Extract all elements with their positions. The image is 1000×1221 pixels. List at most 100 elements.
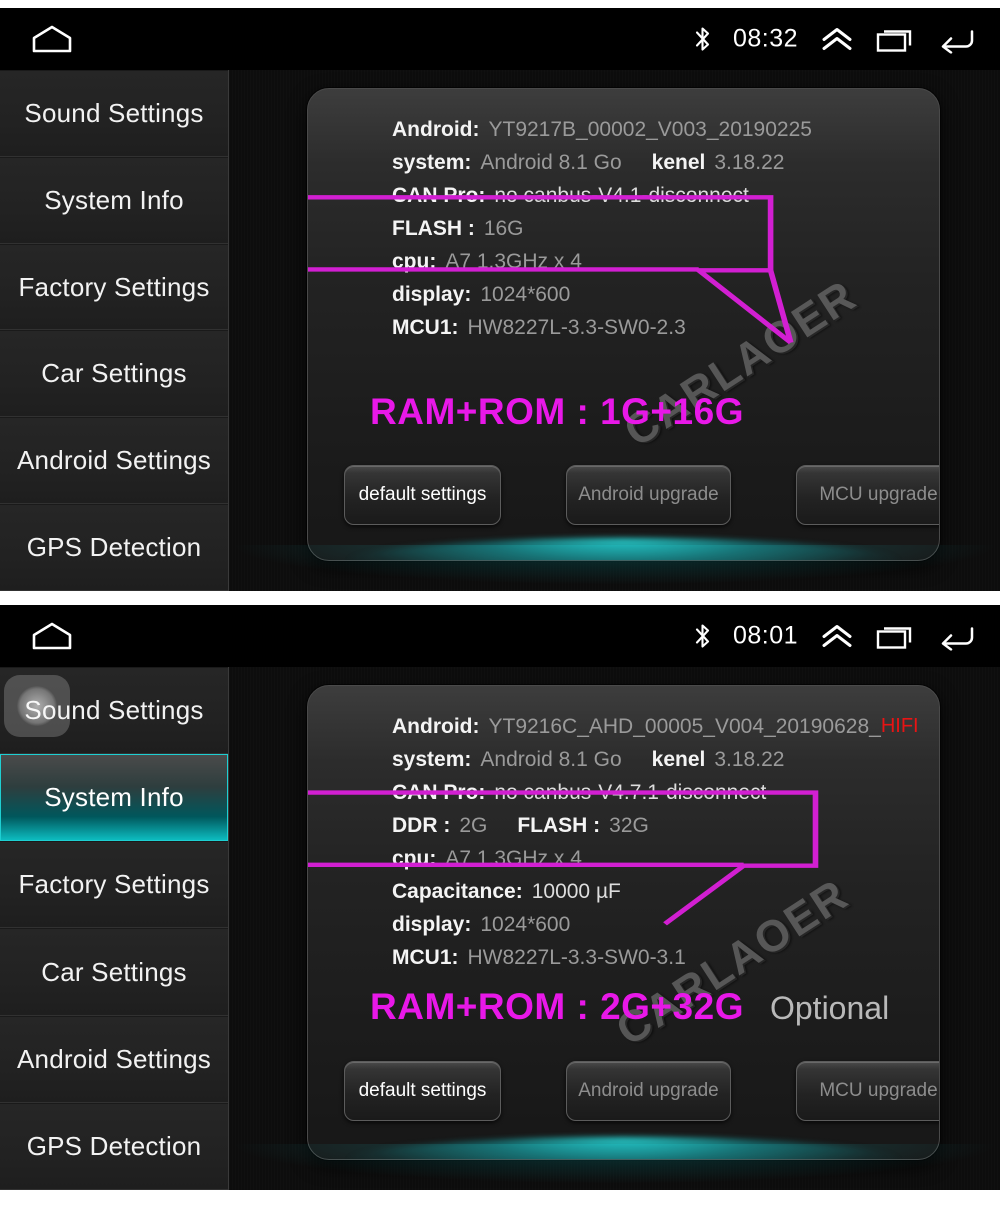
- action-button-row: default settings Android upgrade MCU upg…: [344, 1061, 939, 1121]
- info-value-ddr: 2G: [459, 813, 488, 837]
- sidebar-item-system-info[interactable]: System Info: [0, 156, 228, 244]
- sidebar-item-gps-detection[interactable]: GPS Detection: [0, 504, 228, 591]
- info-row-android: Android: YT9217B_00002_V003_20190225: [392, 113, 812, 146]
- info-value: no canbus-V4.1-disconnect: [494, 183, 749, 207]
- default-settings-button[interactable]: default settings: [344, 1061, 501, 1121]
- system-info-list: Android: YT9217B_00002_V003_20190225 sys…: [392, 113, 812, 344]
- status-bar: 08:01: [0, 605, 1000, 667]
- chevron-up-icon[interactable]: [820, 26, 854, 52]
- info-label-ddr: DDR :: [392, 813, 451, 837]
- recents-icon[interactable]: [876, 25, 916, 53]
- mcu-upgrade-button[interactable]: MCU upgrade: [796, 1061, 939, 1121]
- sidebar-item-label: Android Settings: [17, 445, 211, 476]
- info-row-mcu1: MCU1: HW8227L-3.3-SW0-3.1: [392, 941, 919, 974]
- home-icon[interactable]: [30, 24, 74, 54]
- info-label: Android:: [392, 117, 480, 141]
- panel-body: Sound Settings System Info Factory Setti…: [0, 667, 1000, 1190]
- info-label: Capacitance:: [392, 879, 523, 903]
- info-label: system:: [392, 747, 472, 771]
- info-label: display:: [392, 282, 472, 306]
- info-label: Android:: [392, 714, 480, 738]
- android-upgrade-button[interactable]: Android upgrade: [566, 1061, 731, 1121]
- info-row-cpu: cpu: A7 1.3GHz x 4: [392, 245, 812, 278]
- sidebar-item-android-settings[interactable]: Android Settings: [0, 1015, 228, 1103]
- bottom-margin: [0, 1190, 1000, 1221]
- info-value: 16G: [483, 216, 524, 240]
- sidebar-item-gps-detection[interactable]: GPS Detection: [0, 1102, 228, 1190]
- mcu-upgrade-button[interactable]: MCU upgrade: [796, 465, 939, 525]
- chevron-up-icon[interactable]: [820, 623, 854, 649]
- ram-rom-text: RAM+ROM : 1G+16G: [370, 391, 744, 432]
- sidebar-item-label: System Info: [44, 782, 184, 813]
- status-bar: 08:32: [0, 8, 1000, 70]
- info-value: 1024*600: [480, 282, 571, 306]
- info-value: YT9216C_AHD_00005_V004_20190628_: [488, 714, 881, 738]
- info-value: A7 1.3GHz x 4: [445, 249, 582, 273]
- info-label-kernel: kenel: [651, 747, 706, 771]
- info-label: CAN Pro:: [392, 183, 486, 207]
- home-icon[interactable]: [30, 621, 74, 651]
- sidebar-item-label: GPS Detection: [26, 1130, 202, 1161]
- sidebar-item-factory-settings[interactable]: Factory Settings: [0, 841, 228, 929]
- info-value: Android 8.1 Go: [480, 150, 622, 174]
- button-label: MCU upgrade: [819, 1080, 938, 1101]
- button-label: Android upgrade: [578, 484, 719, 505]
- info-row-cpu: cpu: A7 1.3GHz x 4: [392, 842, 919, 875]
- system-info-card: Android: YT9216C_AHD_00005_V004_20190628…: [307, 685, 940, 1160]
- sidebar: Sound Settings System Info Factory Setti…: [0, 667, 229, 1190]
- stage-bottom-glow: [229, 545, 1000, 585]
- info-row-display: display: 1024*600: [392, 278, 812, 311]
- status-bar-clock: 08:32: [732, 24, 798, 53]
- bluetooth-icon[interactable]: [694, 623, 711, 650]
- status-bar-right: 08:01: [694, 622, 978, 651]
- info-row-system: system: Android 8.1 Go kenel 3.18.22: [392, 146, 812, 179]
- android-upgrade-button[interactable]: Android upgrade: [566, 465, 731, 525]
- status-bar-right: 08:32: [694, 25, 978, 54]
- info-value: 1024*600: [480, 912, 571, 936]
- sidebar-item-label: Factory Settings: [18, 271, 210, 302]
- system-info-list: Android: YT9216C_AHD_00005_V004_20190628…: [392, 710, 919, 974]
- default-settings-button[interactable]: default settings: [344, 465, 501, 525]
- sidebar-item-car-settings[interactable]: Car Settings: [0, 330, 228, 418]
- info-label: cpu:: [392, 249, 437, 273]
- sidebar-item-sound-settings[interactable]: Sound Settings: [0, 70, 228, 157]
- info-value-hifi-tag: HIFI: [880, 715, 919, 737]
- panel-divider: [0, 591, 1000, 605]
- recents-icon[interactable]: [876, 622, 916, 650]
- button-label: MCU upgrade: [819, 484, 938, 505]
- info-label: CAN Pro:: [392, 780, 486, 804]
- sidebar-item-label: System Info: [44, 184, 184, 215]
- info-label: MCU1:: [392, 315, 459, 339]
- action-button-row: default settings Android upgrade MCU upg…: [344, 465, 939, 525]
- sidebar-item-system-info[interactable]: System Info: [0, 754, 228, 842]
- button-label: Android upgrade: [578, 1080, 719, 1101]
- sidebar-item-label: Car Settings: [41, 956, 187, 987]
- info-value: A7 1.3GHz x 4: [445, 846, 582, 870]
- device-screenshot-top: 08:32 Sound Settings System Info Factory…: [0, 8, 1000, 591]
- ram-rom-optional: Optional: [769, 990, 890, 1026]
- status-bar-clock: 08:01: [732, 621, 798, 650]
- sidebar-item-android-settings[interactable]: Android Settings: [0, 417, 228, 505]
- screenshot-page: 08:32 Sound Settings System Info Factory…: [0, 0, 1000, 1221]
- back-icon[interactable]: [938, 25, 978, 53]
- sidebar-item-car-settings[interactable]: Car Settings: [0, 928, 228, 1016]
- back-icon[interactable]: [938, 622, 978, 650]
- sidebar-item-label: Car Settings: [41, 358, 187, 389]
- info-row-system: system: Android 8.1 Go kenel 3.18.22: [392, 743, 919, 776]
- bluetooth-icon[interactable]: [694, 26, 711, 53]
- info-value: YT9217B_00002_V003_20190225: [488, 117, 812, 141]
- sidebar-item-sound-settings[interactable]: Sound Settings: [0, 667, 228, 755]
- content-stage: Android: YT9217B_00002_V003_20190225 sys…: [229, 70, 1000, 591]
- panel-body: Sound Settings System Info Factory Setti…: [0, 70, 1000, 591]
- info-label: display:: [392, 912, 472, 936]
- ram-rom-text: RAM+ROM : 2G+32G: [370, 986, 744, 1027]
- info-value: 10000 µF: [531, 879, 621, 903]
- sidebar-item-label: GPS Detection: [26, 532, 202, 563]
- sidebar-item-factory-settings[interactable]: Factory Settings: [0, 243, 228, 331]
- button-label: default settings: [358, 484, 487, 505]
- info-value-flash: 32G: [609, 813, 649, 837]
- device-screenshot-bottom: 08:01 Sound Settings System Info Factory…: [0, 605, 1000, 1190]
- info-value: HW8227L-3.3-SW0-2.3: [467, 315, 686, 339]
- info-value: Android 8.1 Go: [480, 747, 622, 771]
- info-label-kernel: kenel: [651, 150, 706, 174]
